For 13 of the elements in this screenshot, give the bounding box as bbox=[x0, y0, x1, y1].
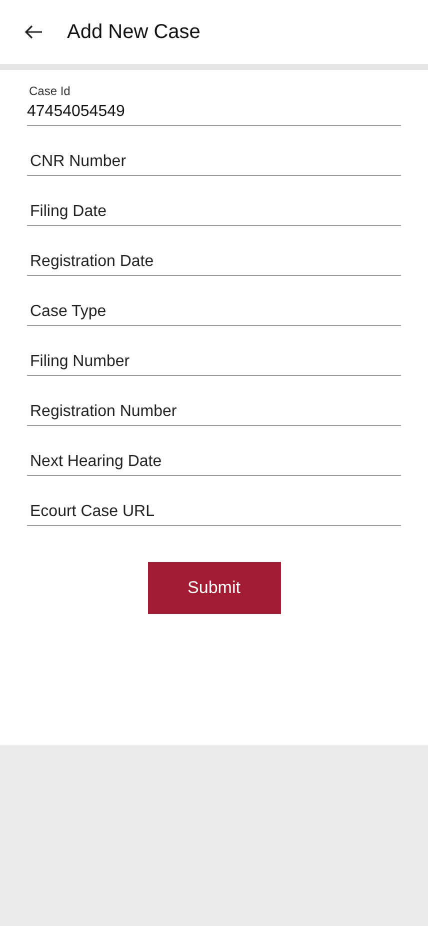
case-id-field[interactable]: 47454054549 bbox=[27, 98, 401, 126]
submit-button[interactable]: Submit bbox=[148, 562, 280, 614]
field-label: Case Id bbox=[28, 84, 72, 98]
input-field[interactable]: Case Type bbox=[27, 298, 401, 326]
input-field[interactable]: Next Hearing Date bbox=[27, 448, 401, 476]
input-field[interactable]: Filing Number bbox=[27, 348, 401, 376]
input-field[interactable]: Filing Date bbox=[27, 198, 401, 226]
input-field[interactable]: Registration Number bbox=[27, 398, 401, 426]
input-field[interactable]: CNR Number bbox=[27, 148, 401, 176]
page-title: Add New Case bbox=[67, 20, 200, 45]
back-arrow-icon bbox=[25, 25, 43, 39]
input-field[interactable]: Registration Date bbox=[27, 248, 401, 276]
input-field[interactable]: Ecourt Case URL bbox=[27, 498, 401, 526]
